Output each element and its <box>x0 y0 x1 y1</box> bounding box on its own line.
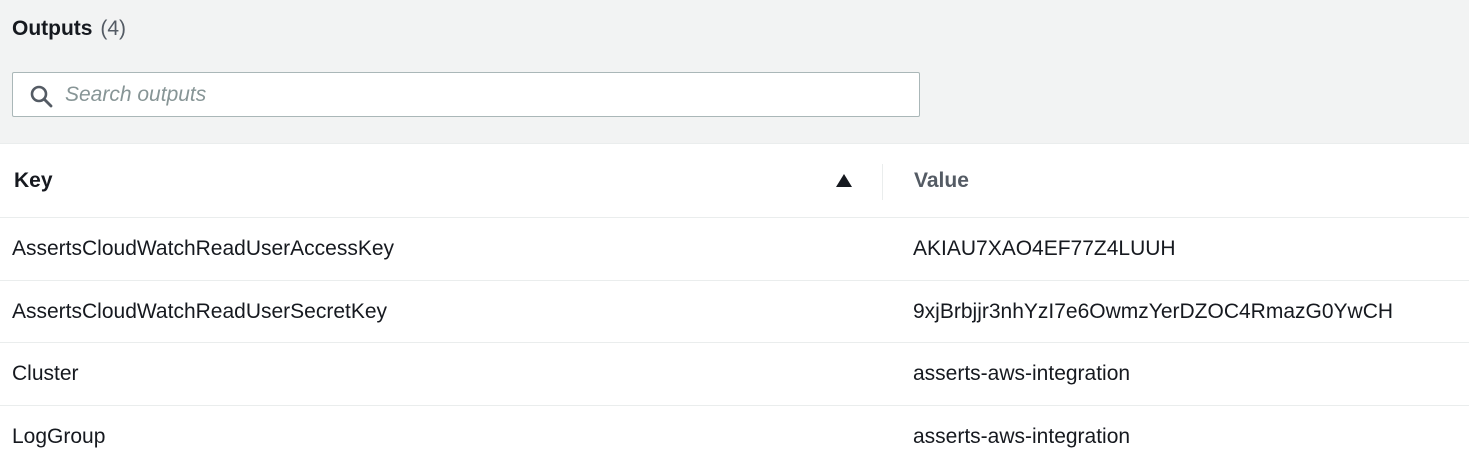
row-value: AKIAU7XAO4EF77Z4LUUH <box>913 237 1176 261</box>
table-row: LogGroup asserts-aws-integration <box>0 406 1469 468</box>
search-input[interactable] <box>65 73 905 116</box>
row-key: AssertsCloudWatchReadUserAccessKey <box>12 237 394 261</box>
column-resizer[interactable] <box>882 164 883 200</box>
column-header-value[interactable]: Value <box>914 169 969 193</box>
row-value: 9xjBrbjjr3nhYzI7e6OwmzYerDZOC4RmazG0YwCH <box>913 300 1393 324</box>
outputs-title: Outputs <box>12 17 92 40</box>
table-header: Key Value <box>0 143 1469 218</box>
row-key: AssertsCloudWatchReadUserSecretKey <box>12 300 387 324</box>
row-value: asserts-aws-integration <box>913 362 1130 386</box>
outputs-panel-header: Outputs (4) <box>0 0 1469 143</box>
row-key: Cluster <box>12 362 79 386</box>
row-key: LogGroup <box>12 425 105 449</box>
outputs-heading: Outputs (4) <box>12 17 126 41</box>
row-value: asserts-aws-integration <box>913 425 1130 449</box>
outputs-table: Key Value AssertsCloudWatchReadUserAcces… <box>0 143 1469 468</box>
outputs-count: (4) <box>100 17 126 40</box>
column-header-key[interactable]: Key <box>14 169 53 193</box>
search-icon <box>29 84 53 108</box>
table-row: AssertsCloudWatchReadUserAccessKey AKIAU… <box>0 218 1469 281</box>
sort-ascending-icon[interactable] <box>834 173 854 189</box>
search-box[interactable] <box>12 72 920 117</box>
table-row: AssertsCloudWatchReadUserSecretKey 9xjBr… <box>0 281 1469 344</box>
table-row: Cluster asserts-aws-integration <box>0 343 1469 406</box>
